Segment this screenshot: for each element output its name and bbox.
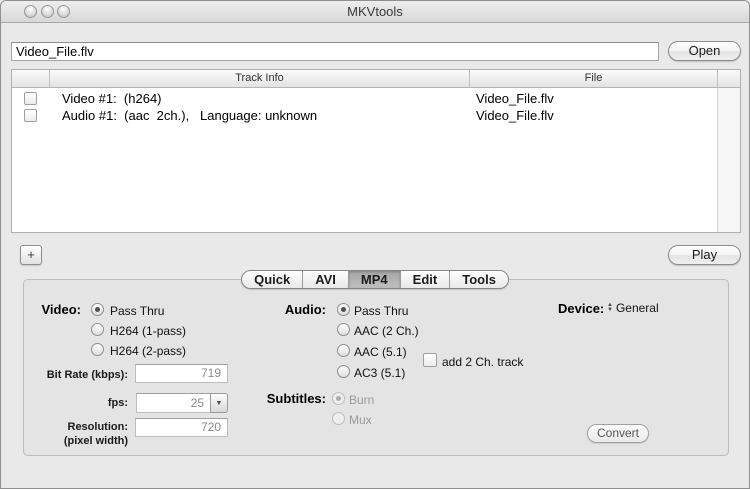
add-2ch-track-checkbox[interactable] <box>423 353 437 367</box>
audio-aac2-label: AAC (2 Ch.) <box>354 324 419 338</box>
tab-strip: Quick AVI MP4 Edit Tools <box>1 270 749 289</box>
file-path-input[interactable] <box>11 42 659 61</box>
tab-control: Quick AVI MP4 Edit Tools <box>241 270 509 289</box>
tab-quick[interactable]: Quick <box>242 271 302 288</box>
convert-button[interactable]: Convert <box>587 424 649 443</box>
audio-aac51-label: AAC (5.1) <box>354 345 407 359</box>
audio-ac351-label: AC3 (5.1) <box>354 366 406 380</box>
device-label: Device: <box>558 301 605 316</box>
device-value: General <box>615 301 659 315</box>
subtitles-burn-radio <box>332 392 345 405</box>
table-header: Track Info File <box>12 70 740 88</box>
video-pass-thru-radio[interactable] <box>91 303 104 316</box>
track-info-cell: Video #1: (h264) <box>62 91 162 106</box>
audio-aac51-radio[interactable] <box>337 344 350 357</box>
subtitles-burn-label: Burn <box>349 393 375 407</box>
fps-value[interactable]: 25 <box>136 393 210 413</box>
bit-rate-label: Bit Rate (kbps): <box>46 369 128 381</box>
open-button[interactable]: Open <box>668 41 741 61</box>
checkbox-column-header[interactable] <box>12 70 50 87</box>
video-pass-thru-label: Pass Thru <box>110 304 165 318</box>
audio-ac351-radio[interactable] <box>337 365 350 378</box>
subtitles-group-label: Subtitles: <box>266 391 326 406</box>
audio-aac2-radio[interactable] <box>337 323 350 336</box>
table-scrollbar[interactable] <box>717 88 740 232</box>
track-info-column-header[interactable]: Track Info <box>50 70 470 87</box>
spacer-column-header <box>718 70 740 87</box>
add-2ch-track-label: add 2 Ch. track <box>442 355 524 369</box>
audio-pass-thru-label: Pass Thru <box>354 304 409 318</box>
subtitles-mux-radio <box>332 412 345 425</box>
track-info-cell: Audio #1: (aac 2ch.), Language: unknown <box>62 108 318 123</box>
bit-rate-field[interactable]: 719 <box>135 364 228 383</box>
resolution-sublabel: (pixel width) <box>63 435 128 447</box>
track-file-cell: Video_File.flv <box>476 91 554 106</box>
stepper-arrows-icon: ▲ ▼ <box>607 302 613 313</box>
track-checkbox[interactable] <box>24 92 37 105</box>
resolution-label: Resolution: <box>67 421 129 433</box>
table-row[interactable]: Video #1: (h264) Video_File.flv <box>12 90 717 107</box>
track-table: Track Info File Video #1: (h264) Video_F… <box>11 69 741 233</box>
tab-edit[interactable]: Edit <box>399 271 450 288</box>
file-column-header[interactable]: File <box>470 70 718 87</box>
audio-pass-thru-radio[interactable] <box>337 303 350 316</box>
tab-avi[interactable]: AVI <box>302 271 348 288</box>
window-title: MKVtools <box>347 4 403 19</box>
video-h264-2pass-label: H264 (2-pass) <box>110 344 187 358</box>
track-checkbox[interactable] <box>24 109 37 122</box>
video-h264-2pass-radio[interactable] <box>91 343 104 356</box>
play-button[interactable]: Play <box>668 245 741 265</box>
tab-tools[interactable]: Tools <box>449 271 508 288</box>
dropdown-arrow-icon: ▼ <box>215 399 223 407</box>
resolution-field[interactable]: 720 <box>135 418 228 437</box>
add-file-button[interactable]: + <box>20 245 42 265</box>
table-row[interactable]: Audio #1: (aac 2ch.), Language: unknown … <box>12 107 717 124</box>
app-window: MKVtools Open Track Info File Video #1: … <box>0 0 750 489</box>
device-popup[interactable]: ▲ ▼ General <box>607 301 659 315</box>
fps-label: fps: <box>107 397 128 409</box>
audio-group-label: Audio: <box>284 302 326 317</box>
video-group-label: Video: <box>41 302 82 317</box>
tab-mp4[interactable]: MP4 <box>347 271 400 288</box>
video-h264-1pass-label: H264 (1-pass) <box>110 324 187 338</box>
title-bar[interactable]: MKVtools <box>1 1 749 23</box>
fps-dropdown-button[interactable]: ▼ <box>210 393 228 413</box>
track-file-cell: Video_File.flv <box>476 108 554 123</box>
subtitles-mux-label: Mux <box>349 413 372 427</box>
video-h264-1pass-radio[interactable] <box>91 323 104 336</box>
fps-combo[interactable]: 25 ▼ <box>136 393 228 413</box>
